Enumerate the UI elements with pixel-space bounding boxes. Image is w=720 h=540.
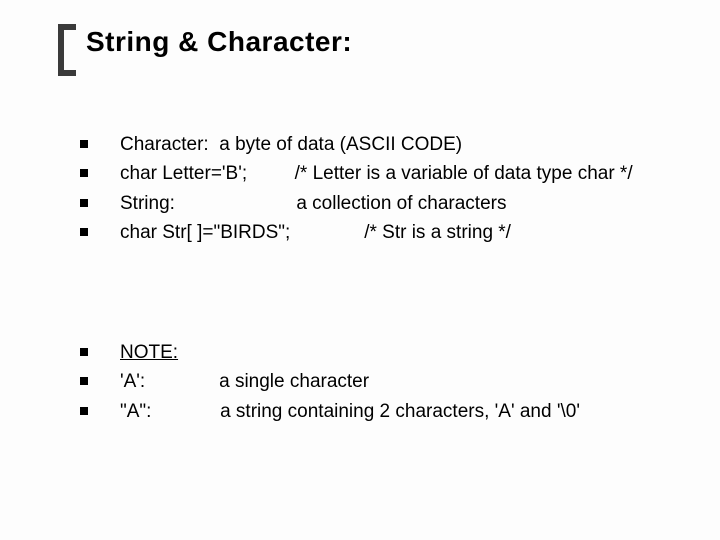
list-item: String: a collection of characters	[80, 189, 690, 218]
title-area: String & Character:	[58, 18, 698, 78]
slide: String & Character: Character: a byte of…	[0, 0, 720, 540]
bullet-text: char Letter='B'; /* Letter is a variable…	[120, 159, 633, 188]
bullet-text: 'A': a single character	[120, 367, 369, 396]
note-label: NOTE:	[120, 338, 178, 367]
square-bullet-icon	[80, 228, 88, 236]
list-item: Character: a byte of data (ASCII CODE)	[80, 130, 690, 159]
content-area: Character: a byte of data (ASCII CODE) c…	[80, 130, 690, 426]
list-item: 'A': a single character	[80, 367, 690, 396]
slide-title: String & Character:	[86, 26, 352, 58]
bullet-text: Character: a byte of data (ASCII CODE)	[120, 130, 462, 159]
title-bracket-icon	[58, 24, 76, 76]
list-item: char Str[ ]="BIRDS"; /* Str is a string …	[80, 218, 690, 247]
square-bullet-icon	[80, 407, 88, 415]
list-item: char Letter='B'; /* Letter is a variable…	[80, 159, 690, 188]
list-item: "A": a string containing 2 characters, '…	[80, 397, 690, 426]
square-bullet-icon	[80, 348, 88, 356]
square-bullet-icon	[80, 169, 88, 177]
list-item: NOTE:	[80, 338, 690, 367]
square-bullet-icon	[80, 199, 88, 207]
square-bullet-icon	[80, 377, 88, 385]
bullet-text: String: a collection of characters	[120, 189, 507, 218]
note-group: NOTE: 'A': a single character "A": a str…	[80, 338, 690, 426]
square-bullet-icon	[80, 140, 88, 148]
bullet-text: "A": a string containing 2 characters, '…	[120, 397, 580, 426]
bullet-text: char Str[ ]="BIRDS"; /* Str is a string …	[120, 218, 511, 247]
